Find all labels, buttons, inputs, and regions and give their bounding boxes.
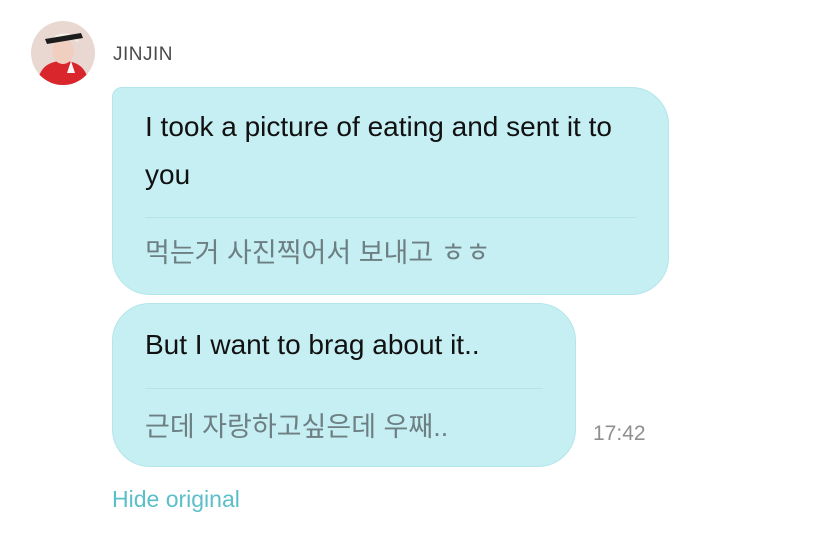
hide-original-link[interactable]: Hide original	[112, 486, 240, 513]
translated-text: I took a picture of eating and sent it t…	[145, 111, 612, 190]
sender-name: JINJIN	[113, 44, 173, 65]
profile-photo-icon	[31, 21, 95, 85]
original-text: 먹는거 사진찍어서 보내고 ㅎㅎ	[145, 238, 491, 268]
translated-text: But I want to brag about it..	[145, 329, 480, 360]
chat-screen: JINJIN I took a picture of eating and se…	[0, 0, 828, 537]
message-bubble[interactable]: But I want to brag about it.. 근데 자랑하고싶은데…	[112, 303, 576, 467]
message-bubble[interactable]: I took a picture of eating and sent it t…	[112, 87, 669, 295]
original-text: 근데 자랑하고싶은데 우째..	[145, 412, 449, 442]
avatar[interactable]	[31, 21, 95, 85]
divider	[145, 217, 636, 218]
divider	[145, 388, 543, 389]
message-timestamp: 17:42	[593, 422, 646, 445]
